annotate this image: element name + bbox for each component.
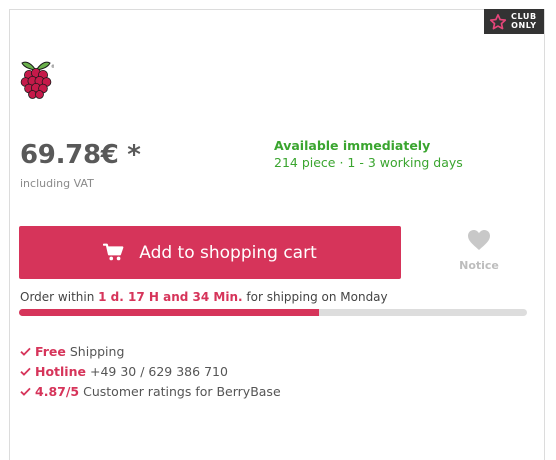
shipping-countdown: Order within 1 d. 17 H and 34 Min. for s…	[20, 290, 388, 304]
add-to-cart-button[interactable]: Add to shopping cart	[19, 226, 401, 279]
club-only-badge: CLUB ONLY	[484, 9, 544, 34]
countdown-time: 1 d. 17 H and 34 Min.	[98, 290, 243, 304]
vat-note: including VAT	[20, 177, 94, 190]
heart-icon	[468, 230, 490, 250]
benefit-hotline: Hotline +49 30 / 629 386 710	[20, 361, 281, 381]
badge-line-2: ONLY	[511, 20, 537, 30]
benefit-highlight: Free	[35, 343, 66, 359]
svg-text:®: ®	[51, 64, 54, 69]
benefit-highlight: Hotline	[35, 363, 86, 379]
cart-icon	[103, 243, 124, 261]
shipping-progress-fill	[19, 309, 319, 316]
notice-button[interactable]: Notice	[452, 229, 506, 272]
benefit-text: Customer ratings for BerryBase	[83, 383, 281, 399]
countdown-prefix: Order within	[20, 290, 95, 304]
checkmark-icon	[20, 367, 31, 376]
benefit-text: +49 30 / 629 386 710	[89, 363, 228, 379]
raspberry-pi-logo: ®	[20, 61, 54, 99]
checkmark-icon	[20, 387, 31, 396]
add-to-cart-label: Add to shopping cart	[139, 242, 317, 263]
product-price: 69.78€ *	[20, 140, 141, 170]
benefit-highlight: 4.87/5	[35, 383, 80, 399]
benefit-free-shipping: Free Shipping	[20, 341, 281, 361]
notice-label: Notice	[459, 259, 499, 272]
availability-detail: 214 piece · 1 - 3 working days	[274, 155, 463, 170]
benefit-text: Shipping	[69, 343, 125, 359]
star-icon	[489, 13, 507, 29]
checkmark-icon	[20, 347, 31, 356]
countdown-suffix: for shipping on Monday	[246, 290, 388, 304]
availability-status: Available immediately	[274, 138, 431, 153]
benefit-customer-ratings: 4.87/5 Customer ratings for BerryBase	[20, 381, 281, 401]
benefits-list: Free Shipping Hotline +49 30 / 629 386 7…	[20, 341, 281, 401]
shipping-progress-bar	[19, 309, 527, 316]
